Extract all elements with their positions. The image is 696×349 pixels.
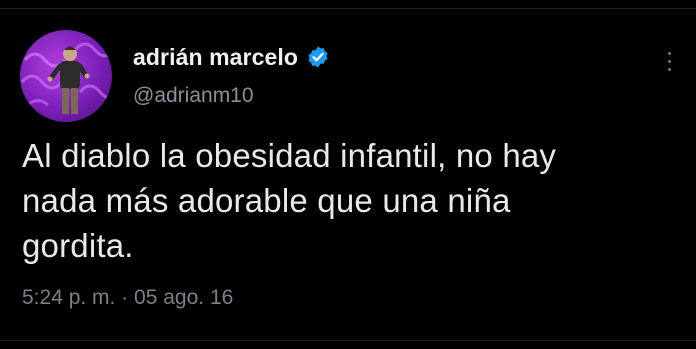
more-options-icon[interactable] bbox=[664, 52, 674, 76]
user-handle[interactable]: @adrianm10 bbox=[133, 84, 330, 108]
avatar-image bbox=[20, 42, 112, 114]
tweet-timestamp[interactable]: 5:24 p. m. · 05 ago. 16 bbox=[22, 286, 233, 310]
bottom-divider bbox=[0, 340, 696, 341]
verified-badge-icon bbox=[306, 45, 330, 69]
avatar[interactable] bbox=[20, 30, 112, 122]
display-name[interactable]: adrián marcelo bbox=[133, 44, 298, 71]
tweet-header: adrián marcelo @adrianm10 bbox=[20, 30, 676, 122]
user-block: adrián marcelo @adrianm10 bbox=[133, 42, 330, 108]
tweet-card: adrián marcelo @adrianm10 Al diablo la o… bbox=[0, 0, 696, 349]
tweet-text: Al diablo la obesidad infantil, no hay n… bbox=[22, 137, 557, 264]
name-row: adrián marcelo bbox=[133, 42, 330, 72]
